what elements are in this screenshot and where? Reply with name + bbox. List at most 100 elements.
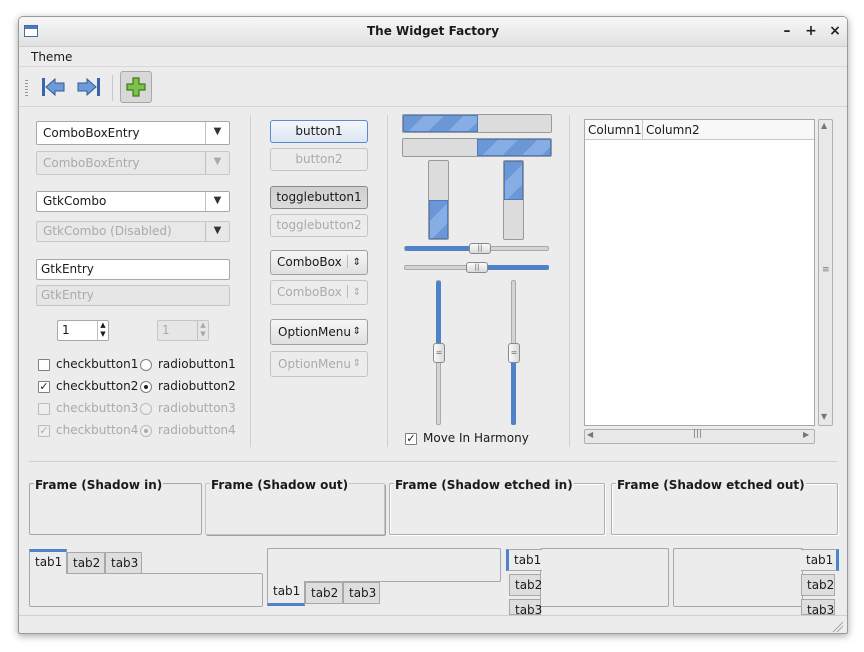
menu-theme[interactable]: Theme [31, 50, 72, 64]
tree-horizontal-scrollbar[interactable]: ◀ ||| ▶ [584, 429, 815, 444]
move-in-harmony-label[interactable]: Move In Harmony [423, 431, 529, 445]
spin-arrows-icon[interactable]: ▲ ▼ [97, 321, 108, 340]
frame-shadow-out-label: Frame (Shadow out) [210, 478, 350, 492]
column1-header[interactable]: Column1 [585, 120, 643, 140]
notebook-top-tab1[interactable]: tab1 [29, 549, 67, 574]
column2-header[interactable]: Column2 [643, 120, 814, 140]
maximize-icon[interactable]: + [803, 23, 819, 39]
notebook-top-tab2[interactable]: tab2 [67, 552, 105, 574]
frame-shadow-etched-out: Frame (Shadow etched out) [611, 478, 838, 535]
toolbar-separator [112, 75, 113, 101]
frame-shadow-out: Frame (Shadow out) [205, 478, 385, 535]
window-title: The Widget Factory [366, 24, 500, 38]
combobox-text: ComboBox [277, 255, 342, 269]
notebook-left-tab3[interactable]: tab3 [509, 599, 542, 617]
notebook-bottom-tab1[interactable]: tab1 [267, 581, 305, 606]
minimize-icon[interactable]: – [779, 23, 795, 39]
chevron-down-icon[interactable]: ▼ [205, 122, 229, 144]
notebook-left-tab1[interactable]: tab1 [506, 549, 542, 571]
main-window: The Widget Factory – + × Theme ComboBoxE… [18, 16, 848, 634]
notebook-right-page [673, 548, 803, 607]
scroll-up-icon[interactable]: ▲ [821, 121, 827, 130]
scroll-left-icon[interactable]: ◀ [587, 430, 593, 439]
scroll-right-icon[interactable]: ▶ [803, 430, 809, 439]
progress-bar-horizontal-2 [402, 138, 552, 157]
tree-vertical-scrollbar[interactable]: ▲ ≡ ▼ [818, 119, 833, 426]
radiobutton2-circle[interactable] [140, 381, 152, 393]
go-first-button[interactable] [37, 71, 69, 103]
add-icon [126, 77, 146, 97]
combobox-separator [347, 255, 348, 268]
scroll-grip-icon[interactable]: ≡ [822, 265, 830, 275]
radiobutton1-circle[interactable] [140, 359, 152, 371]
up-down-icon: ⇕ [352, 358, 361, 369]
chevron-down-icon[interactable]: ▼ [205, 192, 229, 211]
comboboxentry-disabled-text: ComboBoxEntry [43, 156, 140, 170]
radiobutton3-label: radiobutton3 [158, 401, 236, 415]
checkbutton2-label[interactable]: checkbutton2 [56, 379, 138, 393]
radiobutton1-label[interactable]: radiobutton1 [158, 357, 236, 371]
vscale-2-handle[interactable]: = [508, 343, 520, 363]
scroll-grip-icon[interactable]: ||| [693, 429, 702, 439]
optionmenu-disabled-text: OptionMenu [278, 357, 351, 371]
checkbutton4-box: ✓ [38, 424, 50, 437]
vscale-1-handle[interactable]: = [433, 343, 445, 363]
notebook-bottom-tab2[interactable]: tab2 [305, 582, 343, 604]
hscale-2-handle[interactable]: || [466, 262, 488, 273]
add-button[interactable] [120, 71, 152, 103]
spin-arrows-icon: ▲ ▼ [197, 321, 208, 340]
button1[interactable]: button1 [270, 120, 368, 143]
toolbar-grip[interactable] [25, 80, 28, 96]
comboboxentry-text: ComboBoxEntry [43, 126, 140, 140]
vscale-fill [436, 281, 441, 349]
notebook-right-tab2[interactable]: tab2 [801, 574, 835, 596]
combobox-separator [347, 285, 348, 298]
resize-grip-icon[interactable] [831, 620, 843, 632]
horizontal-separator [29, 461, 837, 462]
combobox[interactable]: ComboBox ⇕ [270, 250, 368, 275]
notebook-top-tab3[interactable]: tab3 [105, 552, 142, 574]
notebook-right-tab1[interactable]: tab1 [801, 549, 839, 571]
gtkentry[interactable]: GtkEntry [36, 259, 230, 280]
progress-fill [477, 139, 551, 156]
progress-bar-horizontal-1 [402, 114, 552, 133]
status-bar [19, 615, 847, 633]
frame-shadow-etched-in: Frame (Shadow etched in) [389, 478, 605, 535]
gtkcombo-disabled-text: GtkCombo (Disabled) [43, 224, 172, 238]
checkbutton3-label: checkbutton3 [56, 401, 139, 415]
notebook-bottom-page [267, 548, 501, 582]
gtkcombo[interactable]: GtkCombo ▼ [36, 191, 230, 212]
notebook-top-page [29, 573, 263, 607]
comboboxentry[interactable]: ComboBoxEntry ▼ [36, 121, 230, 145]
togglebutton2: togglebutton2 [270, 214, 368, 237]
notebook-right-tab3[interactable]: tab3 [801, 599, 835, 617]
progress-bar-vertical-1 [428, 160, 449, 240]
frame-shadow-in: Frame (Shadow in) [29, 478, 202, 535]
progress-fill [403, 115, 478, 132]
title-bar[interactable]: The Widget Factory – + × [19, 17, 847, 47]
combobox-disabled: ComboBox ⇕ [270, 280, 368, 305]
checkbutton1-label[interactable]: checkbutton1 [56, 357, 138, 371]
tree-view[interactable]: Column1 Column2 [584, 119, 815, 426]
scroll-down-icon[interactable]: ▼ [821, 412, 827, 421]
spin-value: 1 [162, 323, 170, 337]
comboboxentry-disabled: ComboBoxEntry ▼ [36, 151, 230, 175]
vscale-fill [511, 353, 516, 425]
togglebutton1[interactable]: togglebutton1 [270, 186, 368, 209]
hscale-1-handle[interactable]: || [469, 243, 491, 254]
close-icon[interactable]: × [827, 23, 843, 39]
checkbutton1-box[interactable] [38, 359, 50, 371]
notebook-left-tab2[interactable]: tab2 [509, 574, 542, 596]
up-down-icon: ⇕ [352, 257, 361, 268]
radiobutton2-label[interactable]: radiobutton2 [158, 379, 236, 393]
optionmenu[interactable]: OptionMenu ⇕ [270, 319, 368, 345]
chevron-down-icon: ▼ [205, 222, 229, 241]
notebook-bottom-tab3[interactable]: tab3 [343, 582, 380, 604]
up-down-icon: ⇕ [352, 326, 361, 337]
optionmenu-disabled: OptionMenu ⇕ [270, 351, 368, 377]
go-last-button[interactable] [73, 71, 105, 103]
move-in-harmony-checkbox[interactable]: ✓ [405, 433, 417, 445]
spin-button[interactable]: 1 ▲ ▼ [57, 320, 109, 341]
checkbutton2-box[interactable]: ✓ [38, 381, 50, 393]
checkbutton3-box [38, 403, 50, 415]
